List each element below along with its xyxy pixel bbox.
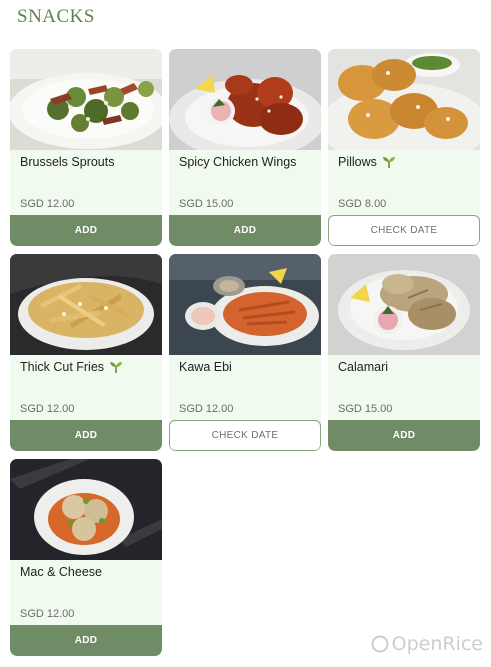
check-date-button[interactable]: CHECK DATE: [169, 420, 321, 451]
item-name: Pillows: [338, 155, 397, 169]
menu-item-card[interactable]: Pillows SGD 8.00 CHECK DATE: [328, 49, 480, 246]
item-name: Thick Cut Fries: [20, 360, 124, 374]
food-photo: [10, 254, 162, 355]
menu-item-card[interactable]: Kawa Ebi SGD 12.00 CHECK DATE: [169, 254, 321, 451]
section-title: SNACKS: [17, 6, 95, 27]
menu-item-card[interactable]: Mac & Cheese SGD 12.00 ADD: [10, 459, 162, 656]
add-button[interactable]: ADD: [328, 420, 480, 451]
item-name: Kawa Ebi: [179, 360, 232, 374]
food-photo: [169, 254, 321, 355]
item-price: SGD 15.00: [179, 198, 234, 210]
vegetarian-leaf-icon: [382, 157, 395, 168]
item-price: SGD 12.00: [20, 608, 75, 620]
menu-item-card[interactable]: Thick Cut Fries SGD 12.00 ADD: [10, 254, 162, 451]
item-price: SGD 8.00: [338, 198, 387, 210]
menu-grid: Brussels Sprouts SGD 12.00 ADD Spicy Chi…: [10, 49, 480, 656]
menu-item-card[interactable]: Calamari SGD 15.00 ADD: [328, 254, 480, 451]
menu-item-card[interactable]: Spicy Chicken Wings SGD 15.00 ADD: [169, 49, 321, 246]
item-price: SGD 12.00: [179, 403, 234, 415]
vegetarian-leaf-icon: [110, 362, 123, 373]
food-photo: [328, 49, 480, 150]
item-price: SGD 12.00: [20, 198, 75, 210]
item-name: Calamari: [338, 360, 389, 374]
item-name: Brussels Sprouts: [20, 155, 115, 169]
openrice-watermark: OpenRice: [371, 633, 483, 655]
add-button[interactable]: ADD: [10, 420, 162, 451]
add-button[interactable]: ADD: [10, 215, 162, 246]
check-date-button[interactable]: CHECK DATE: [328, 215, 480, 246]
food-photo: [10, 49, 162, 150]
item-price: SGD 12.00: [20, 403, 75, 415]
item-name: Mac & Cheese: [20, 565, 102, 579]
item-name: Spicy Chicken Wings: [179, 155, 297, 169]
add-button[interactable]: ADD: [10, 625, 162, 656]
food-photo: [169, 49, 321, 150]
openrice-logo-icon: [371, 635, 389, 653]
add-button[interactable]: ADD: [169, 215, 321, 246]
menu-item-card[interactable]: Brussels Sprouts SGD 12.00 ADD: [10, 49, 162, 246]
food-photo: [10, 459, 162, 560]
item-price: SGD 15.00: [338, 403, 393, 415]
food-photo: [328, 254, 480, 355]
watermark-text: OpenRice: [391, 633, 483, 655]
